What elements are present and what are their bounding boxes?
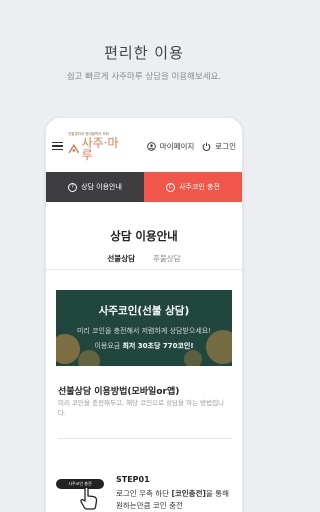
mypage-label: 마이페이지 xyxy=(159,141,195,151)
coin-banner: 사주코인(선불 상담) 미리 코인을 충전해서 저렴하게 상담받으세요! 이용요… xyxy=(56,290,232,366)
tabs-divider xyxy=(46,269,242,270)
banner-description: 미리 코인을 충전해서 저렴하게 상담받으세요! xyxy=(76,327,212,335)
tab-prepaid[interactable]: 선불상담 xyxy=(105,253,137,270)
logo-text: 사주·마루 xyxy=(81,135,119,162)
mypage-link[interactable]: 마이페이지 xyxy=(146,141,195,152)
method-divider xyxy=(58,438,232,439)
coin-decoration xyxy=(78,350,100,366)
banner-price-amount: 최저 30초당 770코인! xyxy=(122,342,194,350)
question-icon: ? xyxy=(68,182,78,192)
consult-type-tabs: 선불상담 후불상담 xyxy=(46,253,242,270)
method-description: 미리 코인을 충전해두고, 해당 코인으로 상담을 하는 방법입니다. xyxy=(58,399,225,417)
method-title: 선불상담 이용방법(모바일or앱) xyxy=(58,387,180,397)
hamburger-menu-icon[interactable] xyxy=(52,141,63,151)
banner-price-prefix: 이용요금 xyxy=(94,342,121,350)
promo-subtitle: 쉽고 빠르게 사주마루 상담을 이용해보세요. xyxy=(66,72,222,82)
coin-icon: C xyxy=(166,182,176,192)
power-icon xyxy=(203,142,211,151)
phone-screen: 전통명리와 현대철학의 조화 사주·마루 마이페이지 로그인 ? 상담 이용안내… xyxy=(46,118,242,512)
step-text-highlight: [코인충전] xyxy=(171,489,206,498)
login-link[interactable]: 로그인 xyxy=(202,141,236,152)
banner-price: 이용요금 최저 30초당 770코인! xyxy=(56,341,232,351)
coin-charge-tab-label: 사주코인 충전 xyxy=(179,183,220,191)
pointing-hand-icon xyxy=(80,486,98,510)
coin-charge-tab-button[interactable]: C 사주코인 충전 xyxy=(144,172,242,202)
app-logo[interactable]: 전통명리와 현대철학의 조화 사주·마루 xyxy=(68,132,128,161)
promo-title: 편리한 이용 xyxy=(104,44,184,62)
coin-decoration xyxy=(184,350,202,366)
tab-postpaid[interactable]: 후불상담 xyxy=(151,253,183,270)
logo-mark-icon xyxy=(68,143,80,153)
login-label: 로그인 xyxy=(215,141,236,151)
guide-tab-label: 상담 이용안내 xyxy=(81,183,122,191)
step-description: 로그인 우측 하단 [코인충전]을 통해 원하는만큼 코인 충전 xyxy=(116,488,236,512)
app-header: 전통명리와 현대철학의 조화 사주·마루 마이페이지 로그인 xyxy=(46,118,242,174)
user-icon xyxy=(146,141,156,151)
top-tab-bar: ? 상담 이용안내 C 사주코인 충전 xyxy=(46,172,242,202)
guide-tab-button[interactable]: ? 상담 이용안내 xyxy=(46,172,144,202)
step-title: STEP01 xyxy=(116,475,150,484)
banner-title: 사주코인(선불 상담) xyxy=(98,305,190,317)
step-text-prefix: 로그인 우측 하단 xyxy=(116,489,172,498)
section-title: 상담 이용안내 xyxy=(110,229,178,243)
